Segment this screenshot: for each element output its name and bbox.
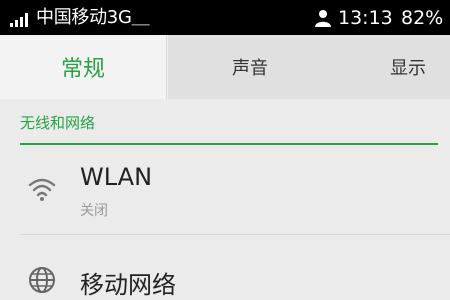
tab-bar: 常规 声音 显示 [0, 35, 450, 99]
person-icon [315, 10, 331, 27]
section-divider [20, 143, 438, 145]
battery-percent: 82% [401, 7, 444, 29]
mobile-network-title: 移动网络 [80, 271, 176, 299]
mobile-network-row[interactable]: 移动网络 [0, 235, 450, 300]
status-bar: 中国移动3G＿ 13:13 82% [0, 0, 450, 35]
tab-sound[interactable]: 声音 [168, 35, 332, 99]
clock: 13:13 [338, 7, 393, 29]
tab-general[interactable]: 常规 [0, 35, 166, 99]
globe-icon [29, 267, 55, 293]
signal-icon [10, 13, 32, 27]
wlan-row[interactable]: WLAN 关闭 [0, 146, 450, 234]
tab-divider [166, 35, 168, 99]
wlan-title: WLAN [80, 163, 153, 191]
carrier-label: 中国移动3G＿ [36, 7, 150, 28]
tab-display[interactable]: 显示 [390, 35, 450, 99]
section-header: 无线和网络 [20, 114, 96, 132]
wifi-icon [28, 178, 56, 201]
wlan-status: 关闭 [80, 203, 108, 219]
